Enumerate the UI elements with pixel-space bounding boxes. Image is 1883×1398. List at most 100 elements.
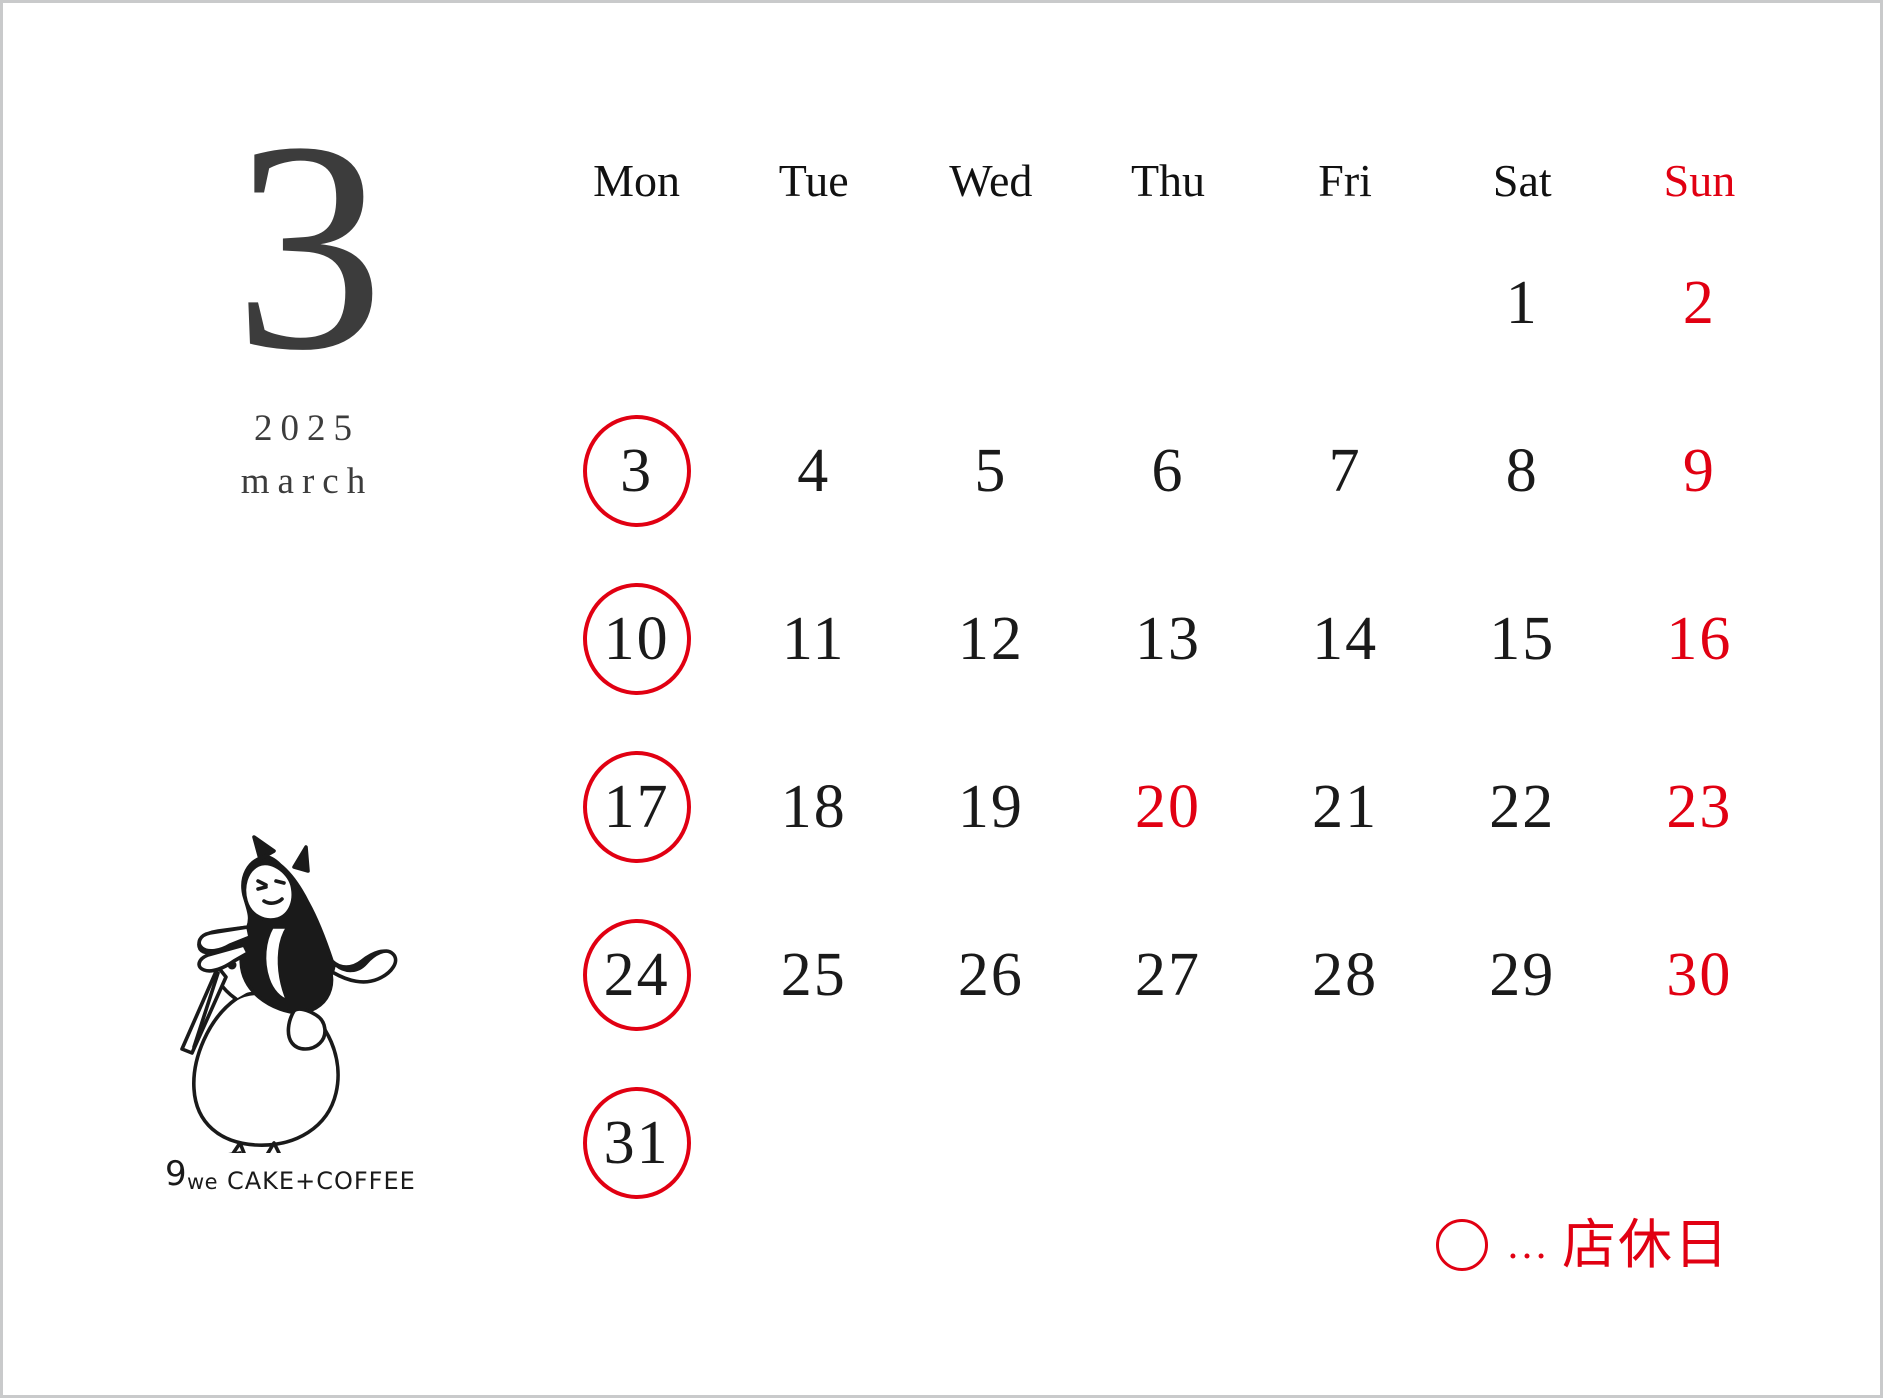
date-cell[interactable]: 25 bbox=[725, 891, 902, 1059]
calendar-week-row: 12 bbox=[548, 219, 1788, 387]
calendar-week-row: 3 4 5 6 7 8 9 bbox=[548, 387, 1788, 555]
date-cell[interactable]: 8 bbox=[1434, 387, 1611, 555]
date-number: 20 bbox=[1134, 773, 1201, 841]
weekday-header-sun: Sun bbox=[1663, 154, 1736, 206]
weekday-header-tue: Tue bbox=[778, 154, 849, 206]
date-cell[interactable]: 18 bbox=[725, 723, 902, 891]
date-cell-empty bbox=[1434, 1059, 1611, 1227]
date-cell-empty bbox=[1257, 219, 1434, 387]
date-cell[interactable]: 5 bbox=[902, 387, 1079, 555]
date-number: 8 bbox=[1505, 437, 1539, 505]
date-cell[interactable]: 19 bbox=[902, 723, 1079, 891]
brand-logo-glyph-tagline: CAKE+COFFEE bbox=[227, 1167, 416, 1195]
date-cell[interactable]: 6 bbox=[1079, 387, 1256, 555]
date-cell[interactable]: 31 bbox=[548, 1059, 725, 1227]
weekday-header-mon: Mon bbox=[593, 154, 681, 206]
date-cell[interactable]: 24 bbox=[548, 891, 725, 1059]
brand-logo-glyph-9: 9 bbox=[165, 1154, 187, 1194]
date-number: 18 bbox=[780, 773, 847, 841]
date-number: 9 bbox=[1682, 437, 1716, 505]
brand-logo: 9 we CAKE+COFFEE 9we CAKE+COFFEE bbox=[163, 1143, 463, 1208]
weekday-header-thu: Thu bbox=[1130, 154, 1206, 206]
date-cell[interactable]: 1 bbox=[1434, 219, 1611, 387]
legend-dots: … bbox=[1506, 1222, 1550, 1268]
date-number: 4 bbox=[797, 437, 831, 505]
date-cell[interactable]: 14 bbox=[1257, 555, 1434, 723]
calendar-grid: Mon Tue Wed Thu Fri Sat Sun 1 2 3 4 5 6 7 8 9 10 1… bbox=[548, 141, 1788, 1227]
date-number: 11 bbox=[781, 605, 846, 673]
cat-ear-left bbox=[252, 835, 276, 861]
date-number: 25 bbox=[780, 941, 847, 1009]
date-cell[interactable]: 10 bbox=[548, 555, 725, 723]
date-cell-empty bbox=[902, 1059, 1079, 1227]
date-cell-empty bbox=[902, 219, 1079, 387]
date-number: 16 bbox=[1666, 605, 1733, 673]
date-number: 28 bbox=[1312, 941, 1379, 1009]
date-cell[interactable]: 17 bbox=[548, 723, 725, 891]
date-cell[interactable]: 30 bbox=[1611, 891, 1788, 1059]
date-cell[interactable]: 3 bbox=[548, 387, 725, 555]
date-number: 3 bbox=[620, 437, 654, 505]
date-number: 27 bbox=[1134, 941, 1201, 1009]
cat-ear-right bbox=[292, 845, 310, 873]
weekday-header-row: Mon Tue Wed Thu Fri Sat Sun bbox=[548, 141, 1788, 219]
date-number: 12 bbox=[957, 605, 1024, 673]
date-number: 10 bbox=[603, 605, 670, 673]
date-number: 30 bbox=[1666, 941, 1733, 1009]
date-cell-empty bbox=[725, 219, 902, 387]
date-cell-empty bbox=[548, 219, 725, 387]
date-number: 15 bbox=[1489, 605, 1556, 673]
date-cell[interactable]: 21 bbox=[1257, 723, 1434, 891]
month-title-panel: 3 2025 march 9 we CAKE+COFFEE bbox=[153, 80, 453, 1303]
weekday-header-sat: Sat bbox=[1492, 154, 1552, 206]
calendar-week-row: 24 25 26 27 28 29 30 bbox=[548, 891, 1788, 1059]
date-number: 26 bbox=[957, 941, 1024, 1009]
date-number: 31 bbox=[603, 1109, 670, 1177]
date-cell-empty bbox=[1257, 1059, 1434, 1227]
date-number: 14 bbox=[1312, 605, 1379, 673]
date-cell[interactable]: 27 bbox=[1079, 891, 1256, 1059]
year-label: 2025 bbox=[254, 408, 360, 449]
date-number: 24 bbox=[603, 941, 670, 1009]
date-cell[interactable]: 2 bbox=[1611, 219, 1788, 387]
calendar-weeks: 1 2 3 4 5 6 7 8 9 10 11 12 13 14 15 16 17 18 19 20 21 22 23 24 2… bbox=[548, 219, 1788, 1227]
date-number: 13 bbox=[1134, 605, 1201, 673]
date-number: 17 bbox=[603, 773, 670, 841]
date-number: 23 bbox=[1666, 773, 1733, 841]
date-cell[interactable]: 15 bbox=[1434, 555, 1611, 723]
date-cell-empty bbox=[1079, 219, 1256, 387]
date-number: 6 bbox=[1151, 437, 1185, 505]
date-cell-empty bbox=[1079, 1059, 1256, 1227]
date-cell[interactable]: 12 bbox=[902, 555, 1079, 723]
date-cell[interactable]: 26 bbox=[902, 891, 1079, 1059]
date-cell[interactable]: 7 bbox=[1257, 387, 1434, 555]
date-number: 7 bbox=[1328, 437, 1362, 505]
date-cell[interactable]: 13 bbox=[1079, 555, 1256, 723]
weekday-header-fri: Fri bbox=[1318, 154, 1372, 206]
cat-eye-right bbox=[274, 879, 286, 885]
date-cell[interactable]: 28 bbox=[1257, 891, 1434, 1059]
date-cell[interactable]: 29 bbox=[1434, 891, 1611, 1059]
calendar-page: 3 2025 march 9 we CAKE+COFFEE Mon Tue We… bbox=[0, 0, 1883, 1398]
date-number: 1 bbox=[1505, 269, 1539, 337]
date-number: 22 bbox=[1489, 773, 1556, 841]
cat-riding-bird-illustration bbox=[148, 823, 468, 1153]
date-cell[interactable]: 23 bbox=[1611, 723, 1788, 891]
date-cell[interactable]: 9 bbox=[1611, 387, 1788, 555]
date-number: 21 bbox=[1312, 773, 1379, 841]
date-cell[interactable]: 11 bbox=[725, 555, 902, 723]
date-cell[interactable]: 22 bbox=[1434, 723, 1611, 891]
brand-logo-glyph-we: we bbox=[187, 1170, 218, 1194]
date-cell[interactable]: 16 bbox=[1611, 555, 1788, 723]
legend: … 店休日 bbox=[1436, 1218, 1730, 1272]
date-cell-empty bbox=[725, 1059, 902, 1227]
page-title-month-number: 3 bbox=[234, 80, 384, 412]
month-name-label: march bbox=[240, 461, 374, 502]
weekday-header-wed: Wed bbox=[949, 154, 1033, 206]
date-number: 2 bbox=[1682, 269, 1716, 337]
legend-label: 店休日 bbox=[1562, 1213, 1730, 1276]
date-cell[interactable]: 20 bbox=[1079, 723, 1256, 891]
date-cell[interactable]: 4 bbox=[725, 387, 902, 555]
date-number: 29 bbox=[1489, 941, 1556, 1009]
date-number: 5 bbox=[974, 437, 1008, 505]
